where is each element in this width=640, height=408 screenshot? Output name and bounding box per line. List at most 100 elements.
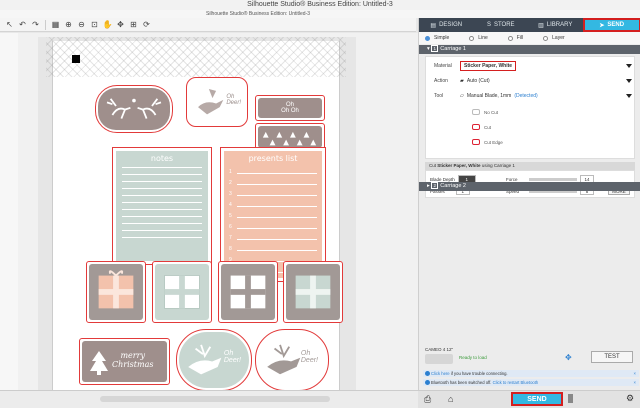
tab-label: LIBRARY xyxy=(546,22,573,28)
presents-list-title: presents list xyxy=(248,154,298,163)
presents-list-row: 5 xyxy=(229,211,317,219)
zoom-in-icon[interactable]: ⊕ xyxy=(63,19,74,30)
tool-icon: ▱ xyxy=(460,93,464,99)
presents-list-row: 1 xyxy=(229,167,317,175)
presents-list-row: 8 xyxy=(229,244,317,252)
registration-mark xyxy=(72,55,80,63)
cut-info-bar: Cut Sticker Paper, White using Carriage … xyxy=(425,162,635,170)
sticker-fill xyxy=(155,264,209,320)
dropdown-arrow-icon xyxy=(626,79,632,83)
mode-fill[interactable]: Fill xyxy=(507,35,523,41)
note-line xyxy=(122,167,202,168)
cut-option-cut-edge[interactable]: Cut Edge xyxy=(472,137,503,147)
note-line xyxy=(122,223,202,224)
pause-icon[interactable] xyxy=(568,394,573,403)
device-settings-icon[interactable]: ⎙ xyxy=(424,394,431,405)
drag-icon[interactable]: ✥ xyxy=(115,19,126,30)
gear-icon[interactable]: ⚙ xyxy=(626,393,634,404)
sticker-fill: Oh Deer! xyxy=(179,332,249,388)
force-slider[interactable] xyxy=(529,177,577,181)
tool-row: Tool ▱ Manual Blade, 1mm (Detected) xyxy=(426,89,636,103)
mode-label: Layer xyxy=(552,35,565,41)
gift-icon xyxy=(230,275,266,309)
presents-row-line xyxy=(237,206,317,207)
cut-info-suffix: using Carriage 1 xyxy=(481,163,515,168)
sticker-oh-oh-oh[interactable]: Oh Oh Oh xyxy=(255,95,325,121)
design-canvas[interactable]: Oh Deer! Oh Oh Oh notes presents list 1 … xyxy=(0,33,418,390)
cut-option-no-cut[interactable]: No Cut xyxy=(472,107,498,117)
carriage-1-header[interactable]: ▾ 1 Carriage 1 xyxy=(419,45,640,54)
sticker-notes-card[interactable]: notes xyxy=(112,147,212,265)
cut-option-cut[interactable]: Cut xyxy=(472,122,491,132)
mode-line[interactable]: Line xyxy=(469,35,488,41)
presents-row-line xyxy=(237,173,317,174)
sticker-oh-deer-white[interactable]: Oh Deer! xyxy=(255,329,329,390)
presents-row-number: 7 xyxy=(229,235,232,241)
close-icon[interactable]: × xyxy=(634,379,636,386)
sticker-gift-4[interactable] xyxy=(283,261,343,323)
window-title: Silhouette Studio® Business Edition: Unt… xyxy=(247,1,393,8)
horizontal-scrollbar[interactable] xyxy=(100,396,330,402)
status-text: if you have trouble connecting. xyxy=(450,371,508,376)
send-panel: ▤ DESIGN S STORE ▥ LIBRARY ➤ SEND Simple Lin… xyxy=(418,18,640,390)
tool-select[interactable]: ▱ Manual Blade, 1mm (Detected) xyxy=(460,93,636,99)
sticker-merry-christmas[interactable]: merry Christmas xyxy=(79,338,170,385)
send-button[interactable]: SEND xyxy=(511,392,563,406)
sticker-fill: Oh Deer! xyxy=(189,80,245,124)
tab-design[interactable]: ▤ DESIGN xyxy=(419,18,474,32)
sticker-fill xyxy=(98,88,170,130)
device-icon xyxy=(425,354,453,364)
presents-list-row: 6 xyxy=(229,222,317,230)
sticker-gift-1[interactable] xyxy=(86,261,146,323)
sticker-twin-reindeer[interactable] xyxy=(95,85,173,133)
oh-deer-label: Oh Deer! xyxy=(223,350,241,364)
zoom-out-icon[interactable]: ⊖ xyxy=(76,19,87,30)
blade-icon: ▰ xyxy=(460,78,464,84)
presents-row-line xyxy=(237,184,317,185)
sticker-gift-3[interactable] xyxy=(218,261,278,323)
undo-icon[interactable]: ↶ xyxy=(17,19,28,30)
gift-icon xyxy=(164,275,200,309)
tree-pattern-icon xyxy=(262,131,317,146)
sticker-gift-2[interactable] xyxy=(152,261,212,323)
radio-icon xyxy=(469,35,475,41)
cut-info-prefix: Cut xyxy=(429,163,437,168)
close-icon[interactable]: × xyxy=(634,370,636,377)
panel-tabs: ▤ DESIGN S STORE ▥ LIBRARY ➤ SEND xyxy=(419,18,640,32)
cursor-icon[interactable]: ↖ xyxy=(4,19,15,30)
zoom-area-icon[interactable]: ⊡ xyxy=(89,19,100,30)
test-button[interactable]: TEST xyxy=(591,351,633,363)
presents-row-number: 2 xyxy=(229,180,232,186)
mode-layer[interactable]: Layer xyxy=(543,35,565,41)
action-select[interactable]: ▰ Auto (Cut) xyxy=(460,78,636,84)
document-title-bar: Silhouette Studio® Business Edition: Unt… xyxy=(0,10,640,18)
presents-row-number: 5 xyxy=(229,213,232,219)
status-link[interactable]: Click to restart Bluetooth xyxy=(493,380,539,385)
carriage-2-header[interactable]: ▸ 2 Carriage 2 xyxy=(419,182,640,191)
note-line xyxy=(122,188,202,189)
blade-depth-label: Blade Depth xyxy=(430,176,455,182)
material-row: Material Sticker Paper, White xyxy=(426,59,636,73)
tab-send[interactable]: ➤ SEND xyxy=(582,18,640,32)
tab-library[interactable]: ▥ LIBRARY xyxy=(528,18,583,32)
status-link[interactable]: Click here xyxy=(431,371,450,376)
tab-store[interactable]: S STORE xyxy=(474,18,529,32)
note-line xyxy=(122,209,202,210)
material-value: Sticker Paper, White xyxy=(460,61,517,71)
fit-page-icon[interactable]: ⊞ xyxy=(128,19,139,30)
library-save-icon[interactable]: ⌂ xyxy=(448,394,453,404)
carriage-label: Carriage 1 xyxy=(440,46,466,52)
grid-icon[interactable]: ▦ xyxy=(50,19,61,30)
device-status-text: Ready to load xyxy=(459,355,487,360)
move-arrows-icon[interactable]: ✥ xyxy=(565,353,572,362)
sticker-oh-deer-top[interactable]: Oh Deer! xyxy=(186,77,248,127)
material-select[interactable]: Sticker Paper, White xyxy=(460,61,636,71)
refresh-icon[interactable]: ⟳ xyxy=(141,19,152,30)
pan-hand-icon[interactable]: ✋ xyxy=(102,19,113,30)
dropdown-arrow-icon xyxy=(626,94,632,98)
sticker-oh-deer-mint[interactable]: Oh Deer! xyxy=(176,329,252,390)
mode-simple[interactable]: Simple xyxy=(425,35,449,41)
status-message-connect: Click here if you have trouble connectin… xyxy=(423,370,639,377)
redo-icon[interactable]: ↷ xyxy=(30,19,41,30)
no-cut-margin xyxy=(46,37,346,77)
